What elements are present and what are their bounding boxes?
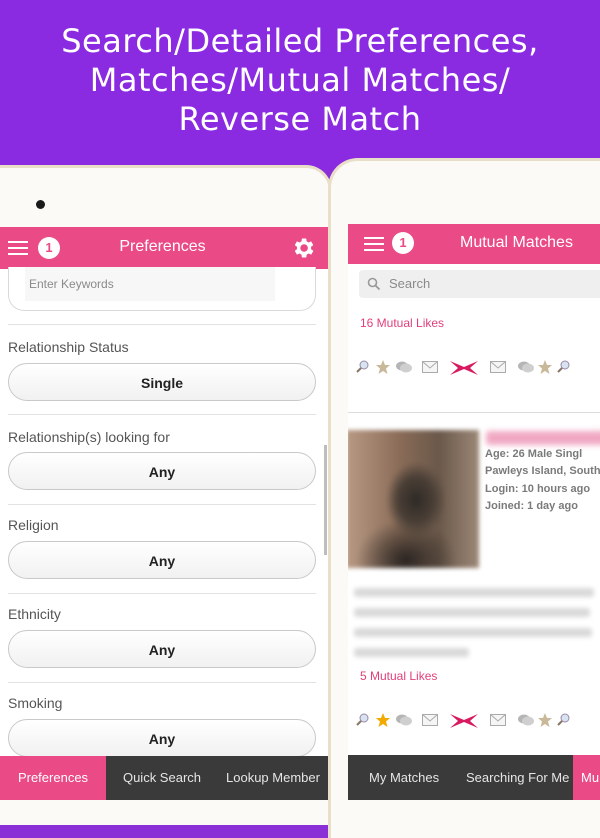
profile-bio-line	[354, 628, 592, 637]
promo-banner: Search/Detailed Preferences, Matches/Mut…	[0, 0, 600, 170]
religion-label: Religion	[8, 517, 59, 533]
relationship-status-label: Relationship Status	[8, 339, 129, 355]
keyword-input[interactable]: Enter Keywords	[25, 267, 275, 301]
tab-quick-search[interactable]: Quick Search	[106, 756, 218, 800]
profile-name[interactable]	[486, 431, 600, 445]
profile-photo[interactable]	[348, 430, 479, 568]
menu-icon[interactable]	[364, 237, 384, 251]
action-row	[356, 358, 600, 378]
chat-icon[interactable]	[395, 713, 413, 727]
profile-joined: Joined: 1 day ago	[485, 500, 578, 512]
search-icon[interactable]	[356, 360, 370, 374]
search-input[interactable]: Search	[359, 270, 600, 298]
star-icon[interactable]	[375, 359, 391, 375]
profile-bio-line	[354, 608, 590, 617]
banner-title: Search/Detailed Preferences, Matches/Mut…	[0, 22, 600, 139]
profile-location: Pawleys Island, South	[485, 465, 600, 477]
divider	[8, 504, 316, 505]
ethnicity-label: Ethnicity	[8, 606, 61, 622]
divider	[8, 682, 316, 683]
scrollbar[interactable]	[324, 445, 327, 555]
banner-line-2: Matches/Mutual Matches/	[89, 61, 511, 99]
chat-icon[interactable]	[517, 360, 535, 374]
star-icon[interactable]	[537, 359, 553, 375]
tab-mutual-matches[interactable]: Mu	[573, 755, 600, 800]
looking-for-select[interactable]: Any	[8, 452, 316, 490]
mail-icon[interactable]	[422, 714, 438, 726]
ethnicity-select[interactable]: Any	[8, 630, 316, 668]
mutual-matches-appbar: 1 Mutual Matches	[348, 224, 600, 264]
smoking-select[interactable]: Any	[8, 719, 316, 757]
keyword-field[interactable]: Enter Keywords	[8, 267, 316, 311]
banner-line-1: Search/Detailed Preferences,	[61, 22, 539, 60]
tab-my-matches[interactable]: My Matches	[369, 755, 439, 800]
search-icon[interactable]	[557, 713, 571, 727]
banner-line-3: Reverse Match	[178, 100, 422, 138]
profile-age: Age: 26 Male Singl	[485, 448, 583, 460]
notification-badge[interactable]: 1	[392, 232, 414, 254]
search-icon[interactable]	[557, 360, 571, 374]
mutual-likes-count: 5 Mutual Likes	[360, 669, 438, 683]
bottom-tab-bar: My Matches Searching For Me Mu	[348, 755, 600, 800]
search-icon	[367, 277, 381, 291]
gear-icon[interactable]	[290, 235, 316, 261]
smoking-label: Smoking	[8, 695, 63, 711]
preferences-appbar: 1 Preferences	[0, 227, 330, 269]
search-icon[interactable]	[356, 713, 370, 727]
looking-for-label: Relationship(s) looking for	[8, 429, 170, 445]
star-icon[interactable]	[537, 712, 553, 728]
mail-icon[interactable]	[490, 361, 506, 373]
bottom-tab-bar: Preferences Quick Search Lookup Member	[0, 756, 330, 800]
action-row	[356, 711, 600, 731]
tab-preferences[interactable]: Preferences	[0, 756, 106, 800]
page-title: Mutual Matches	[460, 234, 573, 251]
preferences-screen: 1 Preferences Enter Keywords Relationshi…	[0, 227, 330, 800]
profile-bio-line	[354, 648, 469, 657]
star-icon[interactable]	[375, 712, 391, 728]
divider	[348, 412, 600, 413]
match-icon[interactable]	[450, 714, 478, 728]
profile-bio-line	[354, 588, 594, 597]
divider	[8, 414, 316, 415]
chat-icon[interactable]	[517, 713, 535, 727]
page-title: Preferences	[119, 238, 206, 255]
religion-select[interactable]: Any	[8, 541, 316, 579]
profile-login: Login: 10 hours ago	[485, 483, 591, 495]
mutual-likes-count: 16 Mutual Likes	[360, 316, 445, 330]
mutual-matches-screen: 1 Mutual Matches Search 16 Mutual Likes …	[348, 224, 600, 800]
match-icon[interactable]	[450, 361, 478, 375]
mail-icon[interactable]	[490, 714, 506, 726]
relationship-status-select[interactable]: Single	[8, 363, 316, 401]
mail-icon[interactable]	[422, 361, 438, 373]
divider	[8, 593, 316, 594]
divider	[8, 324, 316, 325]
tab-lookup-member[interactable]: Lookup Member	[218, 756, 328, 800]
camera-dot	[36, 200, 45, 209]
tab-searching-for-me[interactable]: Searching For Me	[466, 755, 569, 800]
chat-icon[interactable]	[395, 360, 413, 374]
search-placeholder: Search	[389, 276, 431, 291]
